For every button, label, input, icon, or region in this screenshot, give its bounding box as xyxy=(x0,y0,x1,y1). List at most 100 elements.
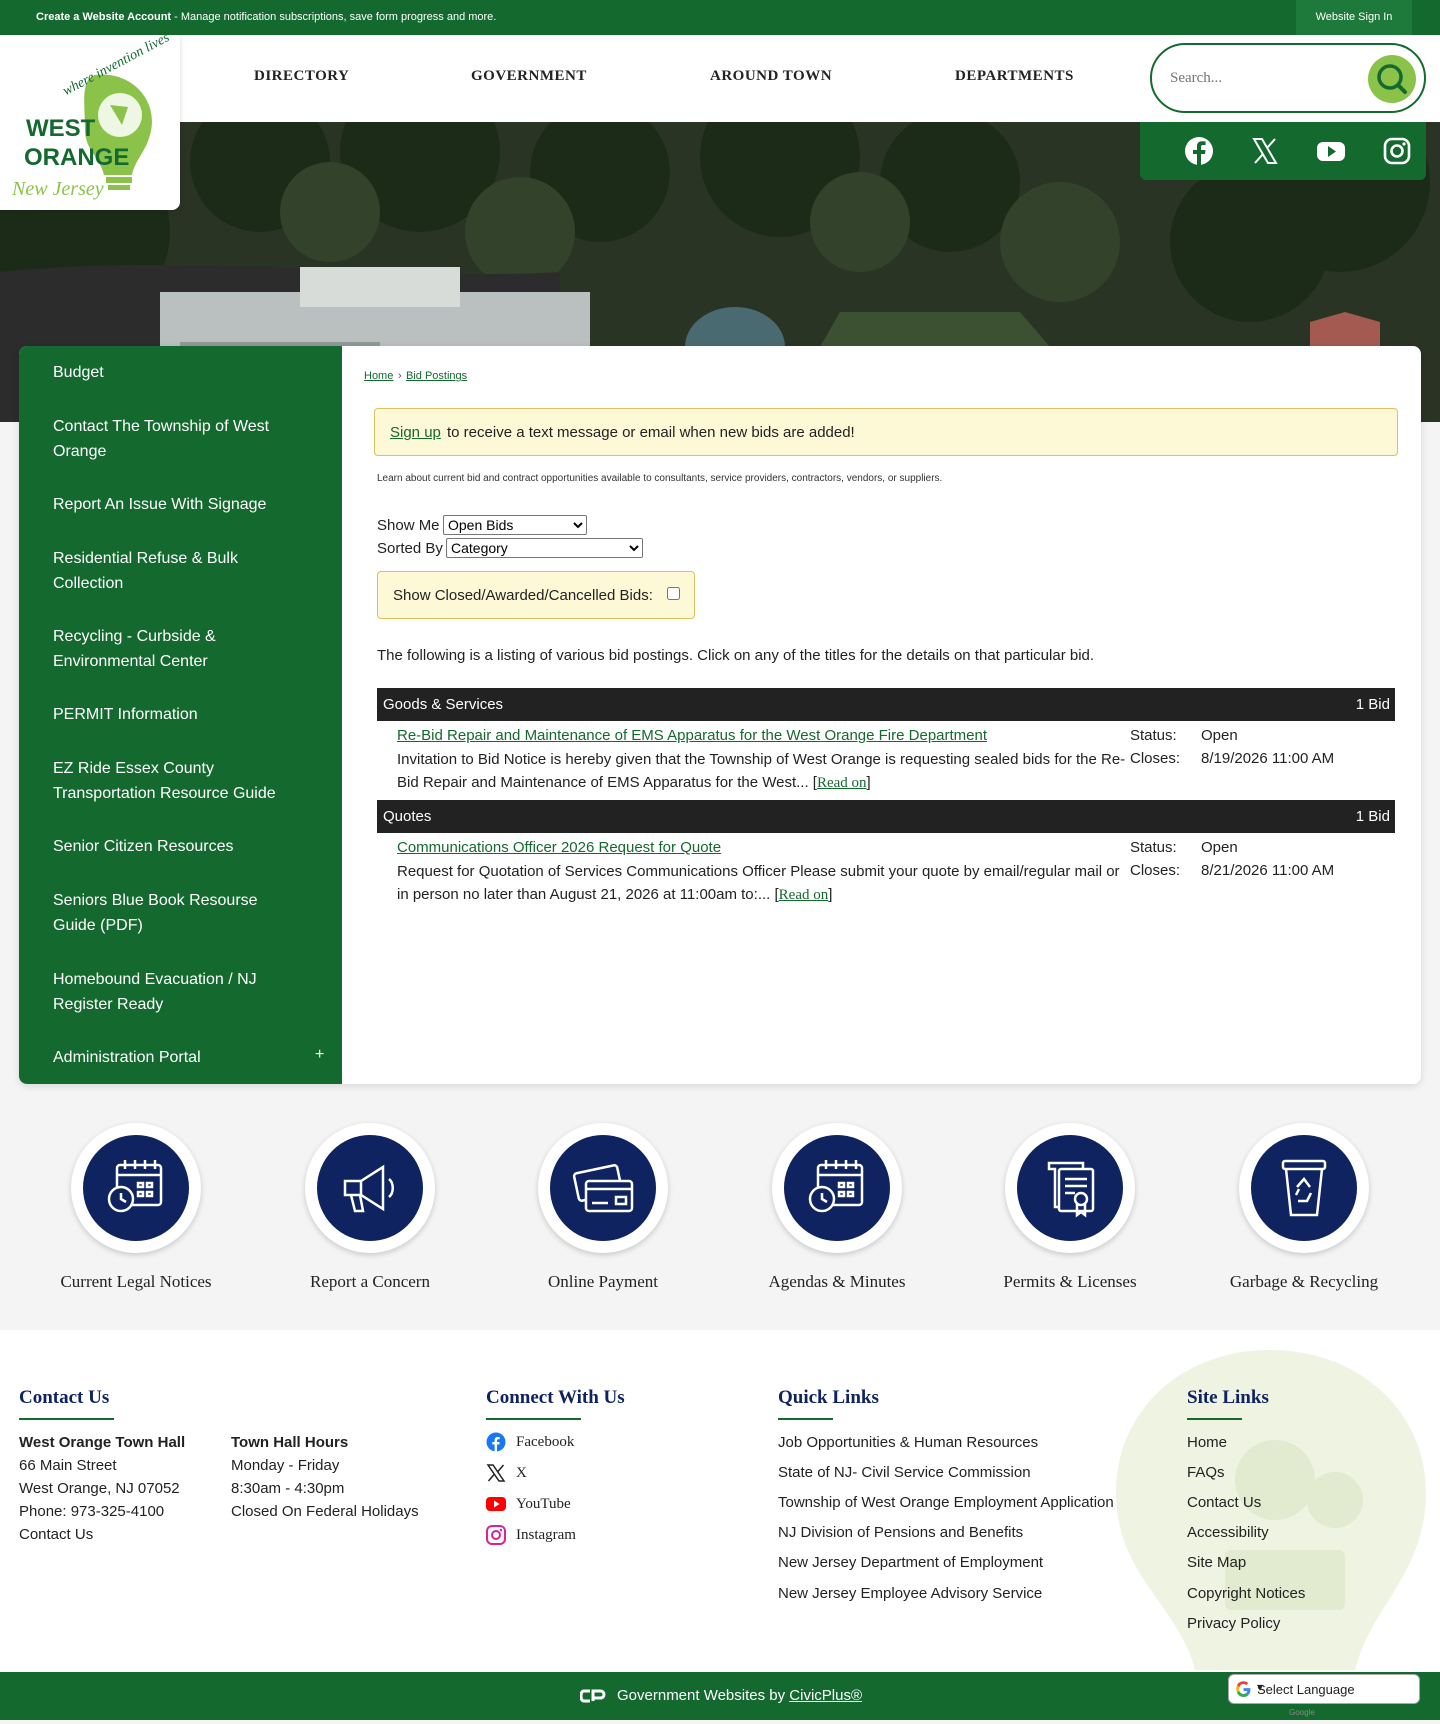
x-link[interactable] xyxy=(1248,134,1282,168)
sidebar-item-homebound-evacuation[interactable]: Homebound Evacuation / NJ Register Ready xyxy=(53,967,303,1017)
site-link-home[interactable]: Home xyxy=(1187,1434,1227,1451)
sidebar-item-ez-ride[interactable]: EZ Ride Essex County Transportation Reso… xyxy=(53,756,303,806)
sidebar-item-senior-resources[interactable]: Senior Citizen Resources xyxy=(53,834,303,859)
show-me-select[interactable]: Open Bids xyxy=(443,515,587,535)
footer-instagram-link[interactable]: Instagram xyxy=(516,1527,576,1544)
site-link-contact-us[interactable]: Contact Us xyxy=(1187,1494,1261,1511)
footer-contact-heading: Contact Us xyxy=(19,1387,110,1408)
signup-link[interactable]: Sign up xyxy=(390,424,441,441)
quick-link-label[interactable]: Report a Concern xyxy=(270,1272,470,1292)
search-button[interactable] xyxy=(1368,55,1416,103)
bid-title-link[interactable]: Communications Officer 2026 Request for … xyxy=(397,839,721,856)
sidebar-item-permit-info[interactable]: PERMIT Information xyxy=(53,702,303,727)
svg-text:ORANGE: ORANGE xyxy=(24,144,129,171)
nav-around-town[interactable]: AROUND TOWN xyxy=(710,68,832,85)
read-on-link[interactable]: Read on xyxy=(817,775,867,791)
quick-link-garbage-recycling[interactable] xyxy=(1239,1123,1369,1253)
quick-link-job-opportunities[interactable]: Job Opportunities & Human Resources xyxy=(778,1434,1038,1451)
read-on-link[interactable]: Read on xyxy=(779,887,829,903)
category-name: Quotes xyxy=(383,808,432,825)
search-input[interactable] xyxy=(1170,65,1360,91)
footer-facebook-link[interactable]: Facebook xyxy=(516,1434,574,1451)
quick-link-civil-service[interactable]: State of NJ- Civil Service Commission xyxy=(778,1464,1031,1481)
bid-title-link[interactable]: Re-Bid Repair and Maintenance of EMS App… xyxy=(397,727,987,744)
sidebar-item-budget[interactable]: Budget xyxy=(53,360,303,385)
address-line-2: West Orange, NJ 07052 xyxy=(19,1480,180,1497)
website-sign-in-button[interactable]: Website Sign In xyxy=(1296,0,1412,35)
site-link-faqs[interactable]: FAQs xyxy=(1187,1464,1225,1481)
quick-link-employment-application[interactable]: Township of West Orange Employment Appli… xyxy=(778,1494,1114,1511)
show-closed-checkbox[interactable] xyxy=(667,587,680,600)
instagram-link[interactable] xyxy=(1380,134,1414,168)
quick-link-pensions[interactable]: NJ Division of Pensions and Benefits xyxy=(778,1524,1023,1541)
footer-hours-block: Town Hall Hours Monday - Friday 8:30am -… xyxy=(231,1431,419,1523)
sidebar-item-contact-township[interactable]: Contact The Township of West Orange xyxy=(53,414,303,464)
footer-contact-link[interactable]: Contact Us xyxy=(19,1526,93,1543)
quick-link-report-concern[interactable] xyxy=(305,1123,435,1253)
show-closed-label: Show Closed/Awarded/Cancelled Bids: xyxy=(393,587,653,604)
quick-link-circle xyxy=(784,1135,890,1241)
bid-description: Invitation to Bid Notice is hereby given… xyxy=(397,751,1126,791)
quick-link-label[interactable]: Permits & Licenses xyxy=(970,1272,1170,1292)
quick-link-legal-notices[interactable] xyxy=(71,1123,201,1253)
nav-departments[interactable]: DEPARTMENTS xyxy=(955,68,1074,85)
site-header: DIRECTORY GOVERNMENT AROUND TOWN DEPARTM… xyxy=(0,35,1440,122)
quick-link-label[interactable]: Online Payment xyxy=(503,1272,703,1292)
breadcrumb-bid-postings[interactable]: Bid Postings xyxy=(406,370,467,382)
social-bar xyxy=(1140,122,1426,180)
sidebar-item-seniors-blue-book[interactable]: Seniors Blue Book Resourse Guide (PDF) xyxy=(53,888,303,938)
quick-link-agendas-minutes[interactable] xyxy=(772,1123,902,1253)
quick-link-permits-licenses[interactable] xyxy=(1005,1123,1135,1253)
heading-underline xyxy=(778,1418,833,1420)
quick-link-label[interactable]: Agendas & Minutes xyxy=(737,1272,937,1292)
nav-government[interactable]: GOVERNMENT xyxy=(471,68,587,85)
language-select[interactable]: Select Language ▾ xyxy=(1228,1674,1420,1704)
calendar-clock-icon xyxy=(808,1160,864,1213)
site-link-accessibility[interactable]: Accessibility xyxy=(1187,1524,1269,1541)
quick-link-employee-advisory[interactable]: New Jersey Employee Advisory Service xyxy=(778,1585,1042,1602)
credit-card-icon xyxy=(572,1164,634,1213)
site-footer: Contact Us West Orange Town Hall 66 Main… xyxy=(0,1330,1440,1672)
quick-link-label[interactable]: Current Legal Notices xyxy=(36,1272,236,1292)
nav-directory[interactable]: DIRECTORY xyxy=(254,68,349,85)
bid-status-value: Open xyxy=(1201,727,1238,744)
site-link-privacy[interactable]: Privacy Policy xyxy=(1187,1615,1280,1632)
west-orange-logo: where invention lives WEST ORANGE New Je… xyxy=(11,30,173,200)
quick-link-dept-employment[interactable]: New Jersey Department of Employment xyxy=(778,1554,1043,1571)
site-logo[interactable]: where invention lives WEST ORANGE New Je… xyxy=(0,30,180,210)
footer-x-link[interactable]: X xyxy=(516,1465,527,1482)
footer-youtube-link[interactable]: YouTube xyxy=(516,1496,571,1513)
sidebar-item-report-signage[interactable]: Report An Issue With Signage xyxy=(53,492,303,517)
sidebar-item-recycling[interactable]: Recycling - Curbside & Environmental Cen… xyxy=(53,624,303,674)
sidebar-item-admin-portal[interactable]: Administration Portal xyxy=(53,1045,303,1070)
sorted-by-select[interactable]: Category xyxy=(446,538,643,558)
expand-icon[interactable]: + xyxy=(315,1046,324,1064)
bid-status-value: Open xyxy=(1201,839,1238,856)
sidebar-item-refuse-collection[interactable]: Residential Refuse & Bulk Collection xyxy=(53,546,303,596)
facebook-link[interactable] xyxy=(1182,134,1216,168)
youtube-link[interactable] xyxy=(1314,134,1348,168)
quick-link-circle xyxy=(550,1135,656,1241)
listing-description: The following is a listing of various bi… xyxy=(377,647,1095,664)
category-count: 1 Bid xyxy=(1355,808,1390,825)
show-closed-box: Show Closed/Awarded/Cancelled Bids: xyxy=(377,571,695,619)
intro-text: Learn about current bid and contract opp… xyxy=(377,473,943,484)
quick-link-label[interactable]: Garbage & Recycling xyxy=(1204,1272,1404,1292)
x-icon xyxy=(486,1464,506,1482)
site-link-copyright[interactable]: Copyright Notices xyxy=(1187,1585,1305,1602)
create-account-link[interactable]: Create a Website Account xyxy=(36,11,171,23)
x-icon xyxy=(1252,138,1278,164)
breadcrumb-home[interactable]: Home xyxy=(364,370,393,382)
footer-quick-links-heading: Quick Links xyxy=(778,1387,879,1408)
civicplus-link[interactable]: CivicPlus® xyxy=(789,1687,862,1704)
instagram-icon xyxy=(1383,137,1411,165)
sidebar-nav: Budget Contact The Township of West Oran… xyxy=(19,346,342,1084)
category-header-quotes: Quotes 1 Bid xyxy=(377,800,1395,833)
create-account-message[interactable]: Create a Website Account - Manage notifi… xyxy=(36,11,496,23)
site-link-site-map[interactable]: Site Map xyxy=(1187,1554,1246,1571)
google-g-icon xyxy=(1236,1681,1251,1697)
bid-description: Request for Quotation of Services Commun… xyxy=(397,863,1120,903)
quick-link-online-payment[interactable] xyxy=(538,1123,668,1253)
address-line-1: 66 Main Street xyxy=(19,1457,117,1474)
bid-description-text: Request for Quotation of Services Commun… xyxy=(397,863,1120,903)
